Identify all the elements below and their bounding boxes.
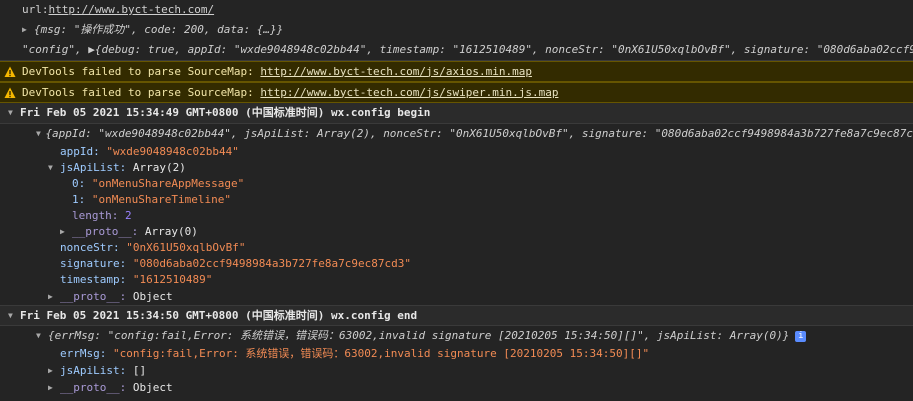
sourcemap-link[interactable]: http://www.byct-tech.com/js/swiper.min.j…	[260, 86, 558, 100]
property-jsApiList-empty[interactable]: ▶ jsApiList: []	[0, 362, 913, 379]
property-key: __proto__:	[60, 380, 127, 394]
sourcemap-link[interactable]: http://www.byct-tech.com/js/axios.min.ma…	[260, 65, 532, 79]
expand-arrow-icon[interactable]: ▶	[60, 225, 70, 239]
warning-icon	[4, 87, 16, 99]
expand-arrow-icon[interactable]: ▶	[48, 290, 58, 304]
property-key: nonceStr:	[60, 241, 120, 254]
warning-icon	[4, 66, 16, 78]
property-value: "config:fail,Error: 系统错误，错误码：63002,inval…	[112, 347, 650, 360]
property-nonceStr: nonceStr: "0nX61U50xqlbOvBf"	[0, 240, 913, 256]
property-key: timestamp:	[60, 273, 127, 286]
console-log-config[interactable]: "config", ▶{debug: true, appId: "wxde904…	[0, 40, 913, 61]
property-value: "1612510489"	[132, 273, 213, 286]
property-key: 0:	[72, 177, 86, 190]
console-log-url: url: http://www.byct-tech.com/	[0, 0, 913, 20]
group-title: Fri Feb 05 2021 15:34:50 GMT+0800 (中国标准时…	[20, 308, 418, 322]
property-key: 1:	[72, 193, 86, 206]
url-link[interactable]: http://www.byct-tech.com/	[49, 3, 215, 17]
error-object-proto[interactable]: ▶ __proto__: Object	[0, 379, 913, 396]
property-value: "0nX61U50xqlbOvBf"	[126, 241, 246, 254]
url-label: url:	[22, 3, 49, 16]
object-preview: {msg: "操作成功", code: 200, data: {…}}	[34, 23, 284, 36]
object-preview: {errMsg: "config:fail,Error: 系统错误，错误码：63…	[48, 329, 790, 342]
property-value: 2	[124, 209, 132, 222]
collapse-arrow-icon[interactable]: ▼	[8, 106, 18, 120]
array-proto[interactable]: ▶ __proto__: Array(0)	[0, 224, 913, 240]
property-key: jsApiList:	[60, 161, 127, 174]
info-icon[interactable]: i	[795, 330, 807, 342]
property-key: jsApiList:	[60, 363, 127, 377]
property-key: errMsg:	[60, 347, 107, 360]
collapse-arrow-icon[interactable]: ▼	[36, 127, 43, 141]
array-item-1: 1: "onMenuShareTimeline"	[0, 192, 913, 208]
warning-message-2: DevTools failed to parse SourceMap: http…	[0, 82, 913, 103]
collapse-arrow-icon[interactable]: ▼	[8, 309, 18, 323]
collapse-arrow-icon[interactable]: ▼	[48, 161, 58, 175]
array-item-0: 0: "onMenuShareAppMessage"	[0, 176, 913, 192]
collapse-arrow-icon[interactable]: ▼	[36, 329, 46, 343]
console-group-begin[interactable]: ▼ Fri Feb 05 2021 15:34:49 GMT+0800 (中国标准…	[0, 103, 913, 124]
property-appId: appId: "wxde9048948c02bb44"	[0, 144, 913, 160]
warning-text: DevTools failed to parse SourceMap:	[22, 85, 261, 99]
object-root[interactable]: ▼ {appId: "wxde9048948c02bb44", jsApiList…	[0, 124, 913, 144]
property-signature: signature: "080d6aba02ccf9498984a3b727fe…	[0, 256, 913, 272]
warning-text: DevTools failed to parse SourceMap:	[22, 64, 261, 78]
expand-arrow-icon[interactable]: ▶	[48, 364, 58, 378]
console-panel: url: http://www.byct-tech.com/ ▶ {msg: "操作…	[0, 0, 913, 396]
console-group-end[interactable]: ▼ Fri Feb 05 2021 15:34:50 GMT+0800 (中国标准…	[0, 305, 913, 326]
property-value: Array(2)	[132, 161, 186, 174]
property-key: length:	[72, 209, 119, 222]
property-key: __proto__:	[60, 289, 127, 303]
expand-arrow-icon[interactable]: ▶	[48, 381, 58, 395]
error-object-root[interactable]: ▼ {errMsg: "config:fail,Error: 系统错误，错误码：6…	[0, 326, 913, 346]
object-preview: {appId: "wxde9048948c02bb44", jsApiList:…	[45, 127, 913, 140]
property-errMsg: errMsg: "config:fail,Error: 系统错误，错误码：630…	[0, 346, 913, 362]
property-timestamp: timestamp: "1612510489"	[0, 272, 913, 288]
property-value: "wxde9048948c02bb44"	[106, 145, 239, 158]
property-value: Object	[132, 289, 173, 303]
property-key: signature:	[60, 257, 127, 270]
warning-message-1: DevTools failed to parse SourceMap: http…	[0, 61, 913, 82]
property-value: "onMenuShareTimeline"	[91, 193, 231, 206]
property-value: "onMenuShareAppMessage"	[91, 177, 245, 190]
property-value: Array(0)	[144, 225, 198, 238]
property-key: appId:	[60, 145, 100, 158]
expand-arrow-icon[interactable]: ▶	[22, 23, 32, 37]
group-title: Fri Feb 05 2021 15:34:49 GMT+0800 (中国标准时…	[20, 106, 431, 119]
array-length: length: 2	[0, 208, 913, 224]
property-value: Object	[132, 380, 173, 394]
object-proto[interactable]: ▶ __proto__: Object	[0, 288, 913, 305]
property-value: "080d6aba02ccf9498984a3b727fe8a7c9ec87cd…	[132, 257, 412, 270]
config-preview: "config", ▶{debug: true, appId: "wxde904…	[22, 43, 913, 56]
property-key: __proto__:	[72, 225, 139, 238]
property-jsApiList[interactable]: ▼ jsApiList: Array(2)	[0, 160, 913, 176]
property-value: []	[132, 363, 147, 377]
console-log-object[interactable]: ▶ {msg: "操作成功", code: 200, data: {…}}	[0, 20, 913, 40]
